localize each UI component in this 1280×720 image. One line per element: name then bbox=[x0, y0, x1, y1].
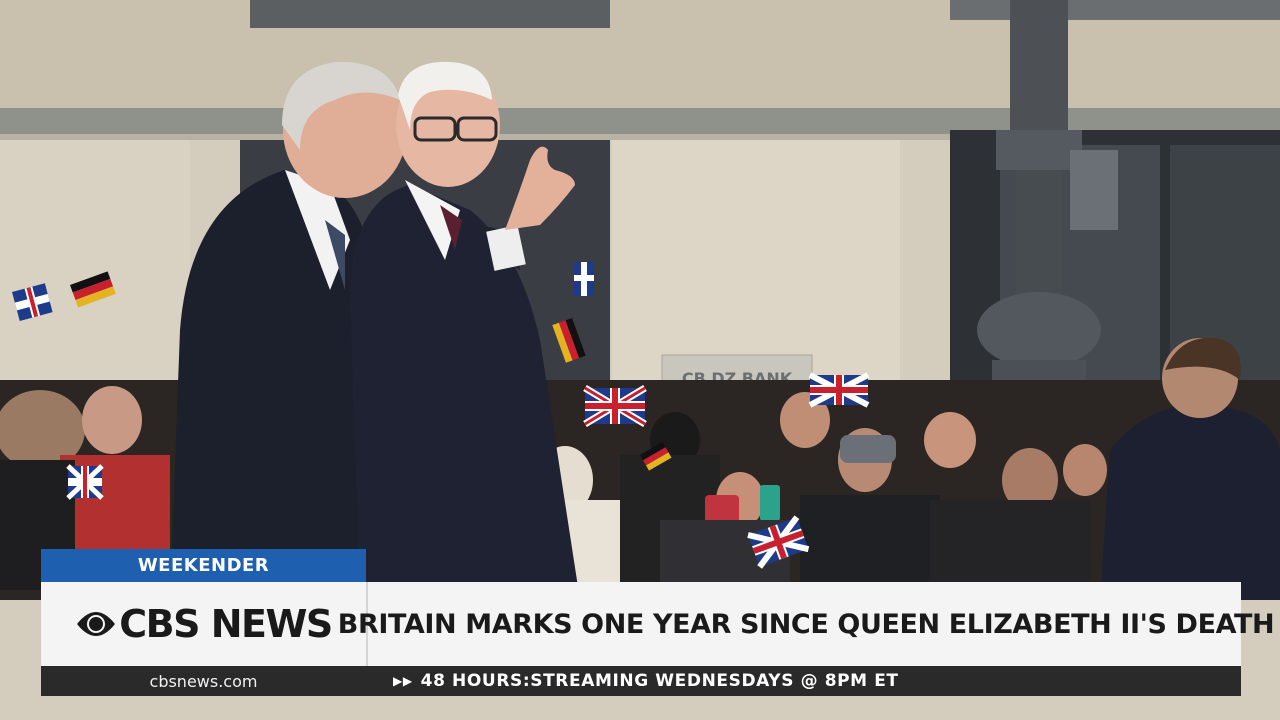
cbs-news-logo: CBS NEWS bbox=[41, 582, 366, 666]
ticker-text: 48 HOURS:STREAMING WEDNESDAYS @ 8PM ET bbox=[420, 671, 899, 691]
fast-forward-icon: ▶▶ bbox=[393, 674, 413, 688]
cbs-eye-icon bbox=[77, 612, 116, 636]
website-url: cbsnews.com bbox=[149, 671, 258, 691]
ticker-message: ▶▶ 48 HOURS:STREAMING WEDNESDAYS @ 8PM E… bbox=[393, 666, 899, 696]
show-name-tab: WEEKENDER bbox=[41, 549, 366, 582]
brand-name: CBS NEWS bbox=[119, 602, 333, 646]
ticker-bar: cbsnews.com ▶▶ 48 HOURS:STREAMING WEDNES… bbox=[41, 666, 1241, 696]
headline-bar: CBS NEWS BRITAIN MARKS ONE YEAR SINCE QU… bbox=[41, 582, 1275, 666]
headline-text: BRITAIN MARKS ONE YEAR SINCE QUEEN ELIZA… bbox=[337, 608, 1275, 640]
